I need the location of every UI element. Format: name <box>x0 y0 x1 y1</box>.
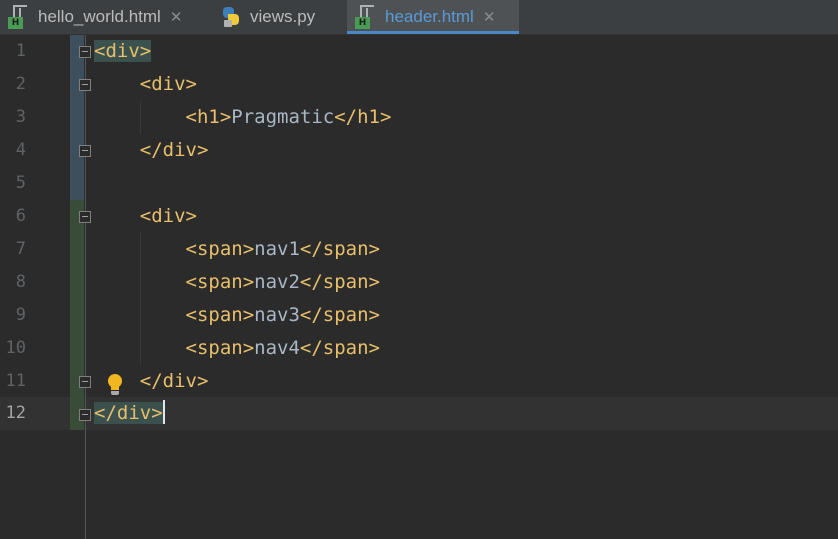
line-number: 9 <box>15 305 26 325</box>
code-line: 5 <box>0 167 838 200</box>
line-number: 8 <box>15 272 26 292</box>
line-number: 11 <box>5 371 26 391</box>
tab-label: views.py <box>250 7 316 26</box>
tab-views-py[interactable]: views.py <box>212 0 346 34</box>
code-line: 1 <div> <box>0 35 838 68</box>
line-number: 2 <box>15 74 26 94</box>
code-line: 8 <span>nav2</span> <box>0 266 838 299</box>
close-icon[interactable]: ✕ <box>170 8 183 26</box>
close-icon[interactable]: ✕ <box>483 8 496 26</box>
tab-header-html[interactable]: H header.html ✕ <box>347 0 519 34</box>
tab-label: header.html <box>385 7 474 26</box>
line-number: 1 <box>15 41 26 61</box>
matched-tag: </div> <box>94 402 163 424</box>
line-number: 10 <box>5 338 26 358</box>
code-editor[interactable]: 1 <div> 2 <div> 3 <h1>Pragmatic</h1> 4 <… <box>0 35 838 539</box>
html-file-icon: H <box>8 5 30 29</box>
code-line: 4 </div> <box>0 134 838 167</box>
code-line-current: 12 </div> <box>0 397 838 430</box>
lightbulb-icon[interactable] <box>106 374 124 396</box>
code-line: 11 </div> <box>0 365 838 398</box>
code-line: 7 <span>nav1</span> <box>0 233 838 266</box>
line-number: 3 <box>15 107 26 127</box>
tab-hello-world[interactable]: H hello_world.html ✕ <box>0 0 206 34</box>
tab-label: hello_world.html <box>38 7 161 26</box>
code-line: 6 <div> <box>0 200 838 233</box>
html-file-icon: H <box>355 5 377 29</box>
code-line: 9 <span>nav3</span> <box>0 299 838 332</box>
line-number: 12 <box>5 403 26 423</box>
unfold-icon[interactable] <box>79 409 91 421</box>
code-line: 10 <span>nav4</span> <box>0 332 838 365</box>
editor-tab-bar: H hello_world.html ✕ views.py H header.h… <box>0 0 838 35</box>
text-caret <box>162 400 165 424</box>
line-number: 5 <box>15 173 26 193</box>
fold-icon[interactable] <box>79 211 91 223</box>
fold-icon[interactable] <box>79 79 91 91</box>
matched-tag: <div> <box>94 40 152 62</box>
code-line: 3 <h1>Pragmatic</h1> <box>0 101 838 134</box>
fold-icon[interactable] <box>79 46 91 58</box>
line-number: 7 <box>15 239 26 259</box>
line-number: 4 <box>15 140 26 160</box>
python-file-icon <box>220 5 242 29</box>
line-number: 6 <box>15 206 26 226</box>
unfold-icon[interactable] <box>79 145 91 157</box>
code-line: 2 <div> <box>0 68 838 101</box>
unfold-icon[interactable] <box>79 376 91 388</box>
